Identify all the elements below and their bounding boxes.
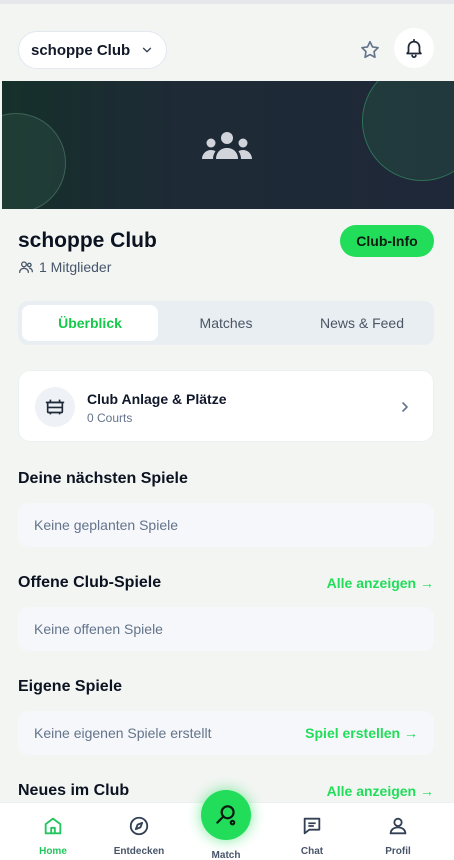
match-button[interactable] <box>201 790 251 840</box>
member-count: 1 Mitglieder <box>18 259 111 275</box>
users-icon <box>19 261 33 273</box>
courts-title: Club Anlage & Plätze <box>87 391 227 407</box>
club-info-button[interactable]: Club-Info <box>340 225 434 257</box>
club-selector[interactable]: schoppe Club <box>18 31 168 69</box>
next-games-empty: Keine geplanten Spiele <box>18 503 434 547</box>
club-banner <box>2 81 454 209</box>
banner-decoration <box>2 113 66 209</box>
courts-card[interactable]: Club Anlage & Plätze 0 Courts <box>18 370 434 442</box>
chat-icon <box>303 817 321 835</box>
nav-profile-label: Profil <box>385 846 411 857</box>
nav-chat[interactable]: Chat <box>277 803 347 860</box>
nav-explore-label: Entdecken <box>113 846 165 857</box>
nav-profile[interactable]: Profil <box>363 803 433 860</box>
open-games-empty-text: Keine offenen Spiele <box>34 621 163 637</box>
news-see-all-link[interactable]: Alle anzeigen → <box>327 783 434 799</box>
own-games-empty-text: Keine eigenen Spiele erstellt <box>34 725 212 741</box>
banner-decoration <box>362 81 454 181</box>
court-icon-wrapper <box>35 387 75 427</box>
favorite-button[interactable] <box>356 36 384 64</box>
group-icon <box>202 132 252 159</box>
nav-home[interactable]: Home <box>18 803 88 860</box>
own-games-title: Eigene Spiele <box>18 678 123 695</box>
nav-explore[interactable]: Entdecken <box>104 803 174 860</box>
nav-home-label: Home <box>39 846 67 857</box>
bell-icon <box>406 38 422 59</box>
tab-matches[interactable]: Matches <box>158 305 294 341</box>
header: schoppe Club <box>0 4 454 81</box>
open-games-see-all-link[interactable]: Alle anzeigen → <box>327 575 434 591</box>
court-icon <box>45 399 65 415</box>
tab-news-feed[interactable]: News & Feed <box>294 305 430 341</box>
open-games-empty: Keine offenen Spiele <box>18 607 434 651</box>
news-title: Neues im Club <box>18 782 130 799</box>
chevron-down-icon <box>143 47 152 53</box>
notifications-button[interactable] <box>394 28 434 68</box>
open-games-title: Offene Club-Spiele <box>18 574 162 591</box>
user-icon <box>389 817 407 835</box>
member-count-label: 1 Mitglieder <box>39 259 112 275</box>
create-game-link[interactable]: Spiel erstellen → <box>305 725 418 741</box>
nav-match-label: Match <box>211 850 241 860</box>
next-games-title: Deine nächsten Spiele <box>18 470 188 487</box>
compass-icon <box>129 816 149 836</box>
racket-icon <box>216 805 236 826</box>
courts-count: 0 Courts <box>87 411 133 425</box>
next-games-empty-text: Keine geplanten Spiele <box>34 517 179 533</box>
club-name: schoppe Club <box>18 229 157 252</box>
chevron-right-icon <box>402 402 408 412</box>
tab-overview[interactable]: Überblick <box>22 305 158 341</box>
club-selector-label: schoppe Club <box>31 41 131 59</box>
nav-chat-label: Chat <box>300 846 324 857</box>
home-icon <box>44 817 62 835</box>
own-games-empty: Keine eigenen Spiele erstellt Spiel erst… <box>18 711 434 755</box>
star-icon <box>361 40 379 59</box>
club-tabs: Überblick Matches News & Feed <box>18 301 434 345</box>
